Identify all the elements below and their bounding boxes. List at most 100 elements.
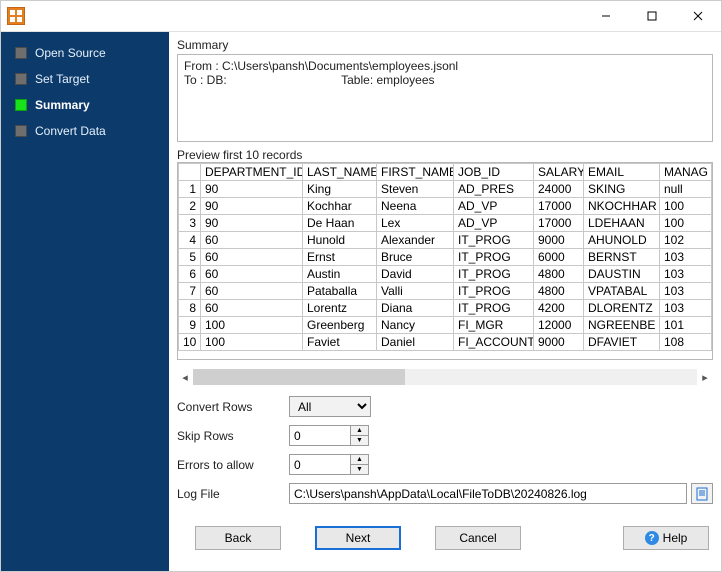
next-button[interactable]: Next — [315, 526, 401, 550]
table-row[interactable]: 290KochharNeenaAD_VP17000NKOCHHAR100 — [179, 198, 712, 215]
table-cell[interactable]: AD_PRES — [454, 181, 534, 198]
col-rownum[interactable] — [179, 164, 201, 181]
table-cell[interactable]: 90 — [201, 198, 303, 215]
spin-up-icon[interactable]: ▲ — [351, 425, 369, 435]
maximize-button[interactable] — [629, 1, 675, 31]
table-cell[interactable]: DLORENTZ — [584, 300, 660, 317]
table-cell[interactable]: 103 — [660, 283, 712, 300]
table-cell[interactable]: Greenberg — [303, 317, 377, 334]
table-cell[interactable]: 6 — [179, 266, 201, 283]
table-cell[interactable]: AD_VP — [454, 198, 534, 215]
table-cell[interactable]: 60 — [201, 232, 303, 249]
table-cell[interactable]: Daniel — [377, 334, 454, 351]
scroll-left-icon[interactable]: ◂ — [177, 369, 193, 385]
table-cell[interactable]: Bruce — [377, 249, 454, 266]
table-cell[interactable]: Lorentz — [303, 300, 377, 317]
sidebar-item-convert-data[interactable]: Convert Data — [1, 118, 169, 144]
table-cell[interactable]: 4200 — [534, 300, 584, 317]
table-cell[interactable]: SKING — [584, 181, 660, 198]
col-email[interactable]: EMAIL — [584, 164, 660, 181]
table-cell[interactable]: 8 — [179, 300, 201, 317]
table-cell[interactable]: 90 — [201, 181, 303, 198]
table-cell[interactable]: David — [377, 266, 454, 283]
table-cell[interactable]: AHUNOLD — [584, 232, 660, 249]
table-cell[interactable]: 100 — [660, 215, 712, 232]
table-cell[interactable]: Alexander — [377, 232, 454, 249]
table-cell[interactable]: 24000 — [534, 181, 584, 198]
table-cell[interactable]: 9000 — [534, 334, 584, 351]
minimize-button[interactable] — [583, 1, 629, 31]
table-cell[interactable]: 102 — [660, 232, 712, 249]
table-cell[interactable]: IT_PROG — [454, 283, 534, 300]
table-cell[interactable]: 100 — [660, 198, 712, 215]
scroll-track[interactable] — [193, 369, 697, 385]
table-cell[interactable]: VPATABAL — [584, 283, 660, 300]
table-cell[interactable]: 60 — [201, 283, 303, 300]
table-cell[interactable]: De Haan — [303, 215, 377, 232]
col-last-name[interactable]: LAST_NAME — [303, 164, 377, 181]
table-cell[interactable]: 6000 — [534, 249, 584, 266]
table-cell[interactable]: 17000 — [534, 198, 584, 215]
table-cell[interactable]: 101 — [660, 317, 712, 334]
table-cell[interactable]: 90 — [201, 215, 303, 232]
spin-up-icon[interactable]: ▲ — [351, 454, 369, 464]
table-cell[interactable]: DFAVIET — [584, 334, 660, 351]
table-cell[interactable]: 108 — [660, 334, 712, 351]
table-row[interactable]: 190KingStevenAD_PRES24000SKINGnull — [179, 181, 712, 198]
sidebar-item-summary[interactable]: Summary — [1, 92, 169, 118]
col-department-id[interactable]: DEPARTMENT_ID — [201, 164, 303, 181]
table-cell[interactable]: Diana — [377, 300, 454, 317]
table-cell[interactable]: 103 — [660, 266, 712, 283]
table-cell[interactable]: null — [660, 181, 712, 198]
table-cell[interactable]: Austin — [303, 266, 377, 283]
scroll-thumb[interactable] — [193, 369, 405, 385]
spin-down-icon[interactable]: ▼ — [351, 464, 369, 475]
table-cell[interactable]: 2 — [179, 198, 201, 215]
table-cell[interactable]: 103 — [660, 300, 712, 317]
scroll-right-icon[interactable]: ▸ — [697, 369, 713, 385]
table-cell[interactable]: 5 — [179, 249, 201, 266]
table-cell[interactable]: 100 — [201, 317, 303, 334]
table-cell[interactable]: 60 — [201, 266, 303, 283]
table-cell[interactable]: Valli — [377, 283, 454, 300]
table-cell[interactable]: 10 — [179, 334, 201, 351]
table-row[interactable]: 760PataballaValliIT_PROG4800VPATABAL103 — [179, 283, 712, 300]
table-cell[interactable]: Nancy — [377, 317, 454, 334]
table-cell[interactable]: Steven — [377, 181, 454, 198]
table-cell[interactable]: NGREENBE — [584, 317, 660, 334]
table-cell[interactable]: Faviet — [303, 334, 377, 351]
table-cell[interactable]: AD_VP — [454, 215, 534, 232]
col-first-name[interactable]: FIRST_NAME — [377, 164, 454, 181]
log-file-input[interactable] — [289, 483, 687, 504]
table-cell[interactable]: DAUSTIN — [584, 266, 660, 283]
table-row[interactable]: 460HunoldAlexanderIT_PROG9000AHUNOLD102 — [179, 232, 712, 249]
table-cell[interactable]: 4800 — [534, 266, 584, 283]
table-cell[interactable]: FI_ACCOUNT — [454, 334, 534, 351]
table-cell[interactable]: NKOCHHAR — [584, 198, 660, 215]
sidebar-item-open-source[interactable]: Open Source — [1, 40, 169, 66]
table-cell[interactable]: IT_PROG — [454, 300, 534, 317]
table-cell[interactable]: 100 — [201, 334, 303, 351]
close-button[interactable] — [675, 1, 721, 31]
col-salary[interactable]: SALARY — [534, 164, 584, 181]
table-row[interactable]: 860LorentzDianaIT_PROG4200DLORENTZ103 — [179, 300, 712, 317]
spin-down-icon[interactable]: ▼ — [351, 435, 369, 446]
table-cell[interactable]: 60 — [201, 300, 303, 317]
table-cell[interactable]: 103 — [660, 249, 712, 266]
table-cell[interactable]: 3 — [179, 215, 201, 232]
table-cell[interactable]: FI_MGR — [454, 317, 534, 334]
table-cell[interactable]: King — [303, 181, 377, 198]
table-cell[interactable]: 4 — [179, 232, 201, 249]
table-cell[interactable]: 4800 — [534, 283, 584, 300]
table-cell[interactable]: 12000 — [534, 317, 584, 334]
horizontal-scrollbar[interactable]: ◂ ▸ — [177, 368, 713, 386]
table-cell[interactable]: BERNST — [584, 249, 660, 266]
col-manager[interactable]: MANAG — [660, 164, 712, 181]
log-file-browse-button[interactable] — [691, 483, 713, 504]
table-cell[interactable]: Hunold — [303, 232, 377, 249]
skip-rows-input[interactable] — [289, 425, 351, 446]
errors-allow-input[interactable] — [289, 454, 351, 475]
convert-rows-select[interactable]: All — [289, 396, 371, 417]
table-row[interactable]: 390De HaanLexAD_VP17000LDEHAAN100 — [179, 215, 712, 232]
help-button[interactable]: ? Help — [623, 526, 709, 550]
